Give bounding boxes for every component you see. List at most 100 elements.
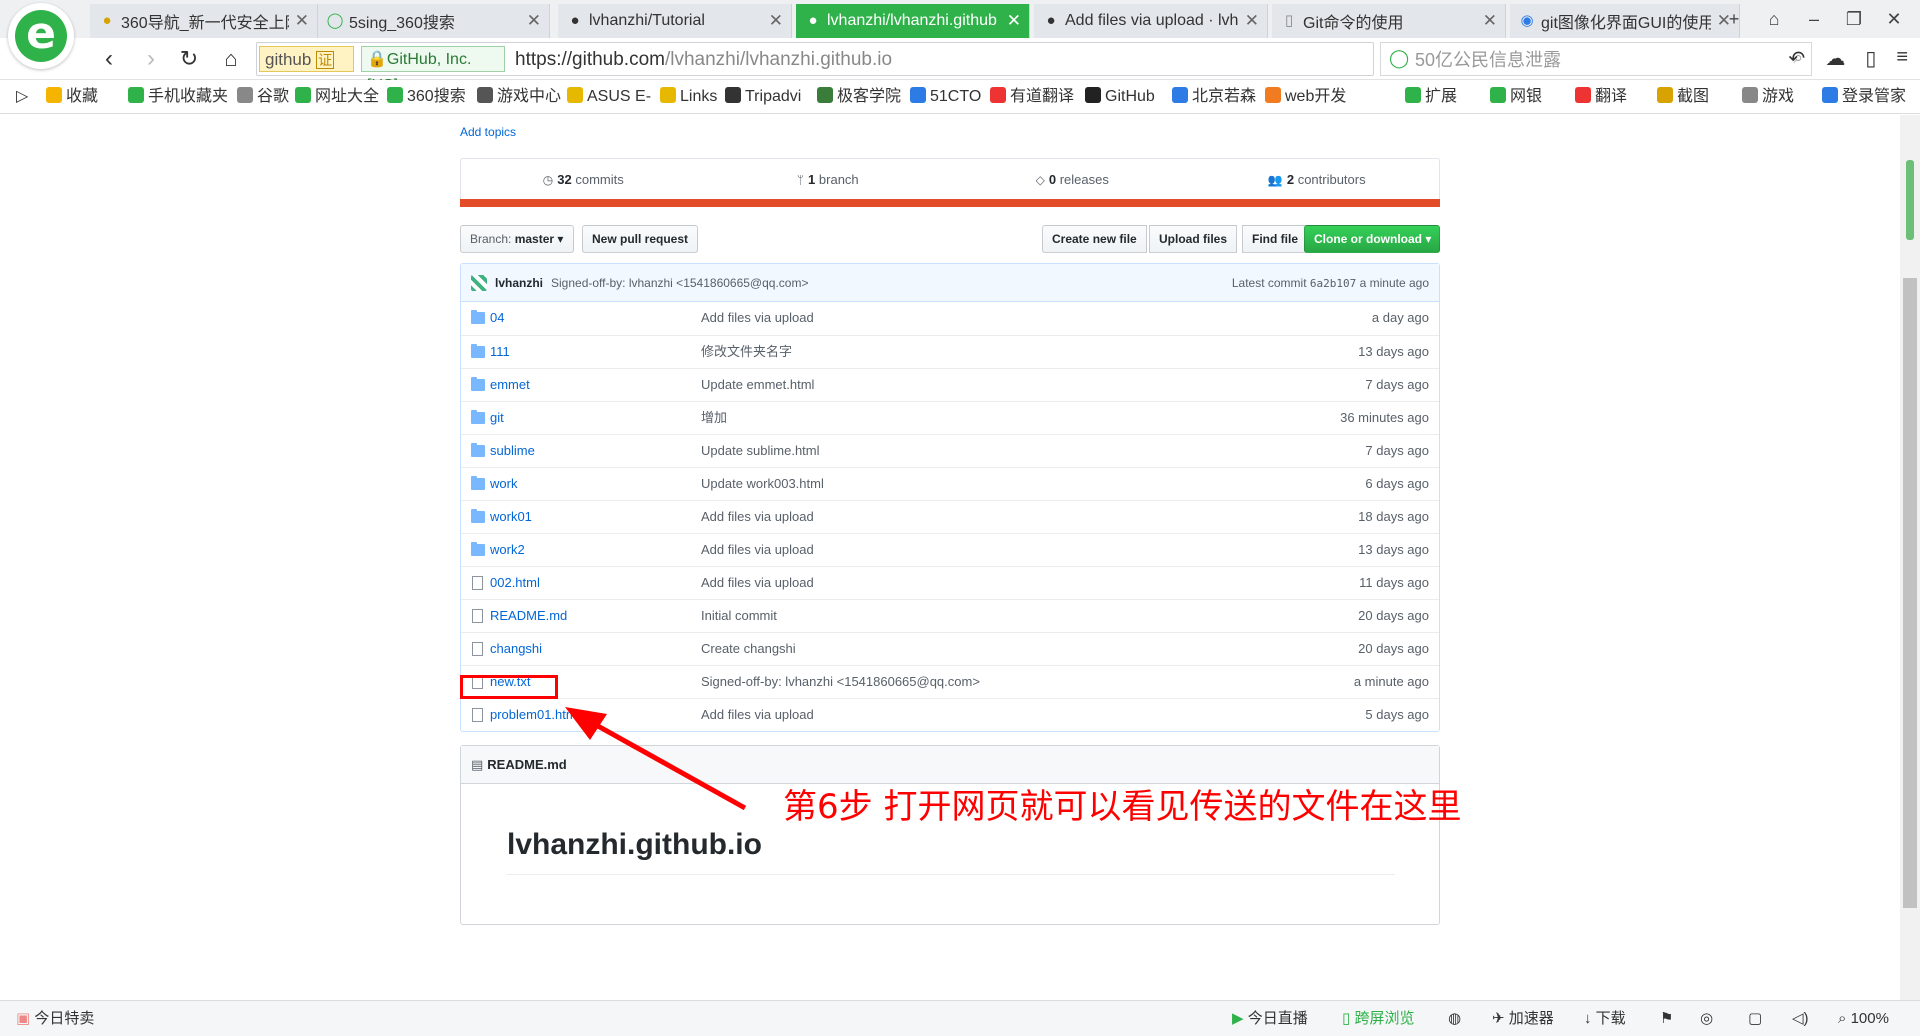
tab-5sing-search[interactable]: ◯ 5sing_360搜索 ✕ (318, 4, 550, 38)
bookmark-item[interactable]: 360搜索 (387, 80, 466, 113)
close-icon[interactable]: ✕ (527, 11, 541, 31)
download-link[interactable]: ↓ 下载 (1584, 1001, 1626, 1036)
deal-link[interactable]: ▣ 今日特卖 (16, 1001, 94, 1036)
bookmarks-toggle-icon[interactable]: ▷ (16, 80, 28, 113)
commit-message-link[interactable]: 增加 (701, 402, 727, 434)
reload-icon[interactable]: ↻ (172, 44, 206, 74)
tab-add-files[interactable]: ● Add files via upload · lvh ✕ (1034, 4, 1268, 38)
cloud-icon[interactable]: ☁ (1825, 46, 1845, 71)
tab-git-gui[interactable]: ◉ git图像化界面GUI的使用 ✕ (1510, 4, 1740, 38)
commit-message-link[interactable]: 修改文件夹名字 (701, 336, 792, 368)
bookmark-item[interactable]: 登录管家 (1822, 80, 1906, 113)
skin-icon[interactable]: ⌂ (1756, 4, 1792, 34)
bookmark-item[interactable]: 截图 (1657, 80, 1709, 113)
bookmark-item[interactable]: Tripadvi (725, 80, 801, 113)
create-new-file-button[interactable]: Create new file (1042, 225, 1147, 253)
bookmark-item[interactable]: GitHub (1085, 80, 1155, 113)
commit-message-link[interactable]: Update work003.html (701, 468, 824, 500)
commit-message[interactable]: Signed-off-by: lvhanzhi <1541860665@qq.c… (551, 264, 808, 302)
page-scrollbar[interactable] (1900, 115, 1920, 1000)
tab-tutorial[interactable]: ● lvhanzhi/Tutorial ✕ (558, 4, 792, 38)
commit-message-link[interactable]: Add files via upload (701, 567, 814, 599)
file-name-link[interactable]: work2 (490, 534, 525, 566)
cross-screen-link[interactable]: ▯ 跨屏浏览 (1342, 1001, 1414, 1036)
bookmark-item[interactable]: 游戏中心 (477, 80, 561, 113)
bookmark-item[interactable]: 51CTO (910, 80, 981, 113)
bookmark-item[interactable]: 网银 (1490, 80, 1542, 113)
tab-git-commands[interactable]: ▯ Git命令的使用 ✕ (1272, 4, 1506, 38)
bookmark-item[interactable]: 北京若森 (1172, 80, 1256, 113)
flag-icon[interactable]: ⚑ (1660, 1001, 1673, 1036)
file-name-link[interactable]: 04 (490, 302, 504, 334)
bookmark-item[interactable]: 手机收藏夹 (128, 80, 228, 113)
commit-message-link[interactable]: Add files via upload (701, 534, 814, 566)
forward-icon[interactable]: › (134, 44, 168, 74)
bookmark-item[interactable]: 扩展 (1405, 80, 1457, 113)
commit-message-link[interactable]: Add files via upload (701, 501, 814, 533)
bookmark-item[interactable]: Links (660, 80, 717, 113)
new-tab-icon[interactable]: + (1716, 4, 1752, 34)
commit-message-link[interactable]: Add files via upload (701, 302, 814, 334)
file-name-link[interactable]: work (490, 468, 517, 500)
close-icon[interactable]: ✕ (1007, 11, 1021, 31)
volume-icon[interactable]: ◁) (1792, 1001, 1809, 1036)
commit-message-link[interactable]: Create changshi (701, 633, 796, 665)
tab-lvhanzhi-github-io[interactable]: ● lvhanzhi/lvhanzhi.github ✕ (796, 4, 1030, 38)
new-pull-request-button[interactable]: New pull request (582, 225, 699, 253)
window-icon[interactable]: ▢ (1748, 1001, 1762, 1036)
undo-icon[interactable]: ↶ (1789, 46, 1806, 71)
phone-icon[interactable]: ▯ (1865, 46, 1876, 71)
zoom-level[interactable]: ⌕ 100% (1838, 1001, 1889, 1036)
bookmark-item[interactable]: 翻译 (1575, 80, 1627, 113)
file-name-link[interactable]: emmet (490, 369, 530, 401)
bookmark-item[interactable]: 极客学院 (817, 80, 901, 113)
minimize-icon[interactable]: – (1796, 4, 1832, 34)
bookmark-item[interactable]: 有道翻译 (990, 80, 1074, 113)
close-icon[interactable]: ✕ (295, 11, 309, 31)
find-file-button[interactable]: Find file (1242, 225, 1308, 253)
search-engine-chip[interactable]: github 证 (259, 46, 354, 72)
file-name-link[interactable]: 111 (490, 336, 510, 368)
commit-sha[interactable]: 6a2b107 (1310, 277, 1356, 290)
ie-icon[interactable]: ◎ (1700, 1001, 1713, 1036)
commit-author[interactable]: lvhanzhi (495, 264, 543, 302)
scrollbar-thumb[interactable] (1903, 278, 1917, 908)
commit-message-link[interactable]: Update emmet.html (701, 369, 814, 401)
add-topics-link[interactable]: Add topics (460, 125, 516, 139)
browser-logo[interactable]: e (8, 3, 74, 69)
back-icon[interactable]: ‹ (92, 44, 126, 74)
commit-message-link[interactable]: Add files via upload (701, 699, 814, 731)
file-name-link[interactable]: changshi (490, 633, 542, 665)
close-icon[interactable]: ✕ (1483, 11, 1497, 31)
clone-or-download-button[interactable]: Clone or download ▾ (1304, 225, 1440, 253)
commit-message-link[interactable]: Signed-off-by: lvhanzhi <1541860665@qq.c… (701, 666, 980, 698)
close-icon[interactable]: ✕ (1245, 11, 1259, 31)
live-link[interactable]: ▶ 今日直播 (1232, 1001, 1308, 1036)
bookmark-item[interactable]: web开发 (1265, 80, 1346, 113)
file-name-link[interactable]: work01 (490, 501, 532, 533)
file-name-link[interactable]: problem01.html (490, 699, 580, 731)
file-name-link[interactable]: 002.html (490, 567, 540, 599)
commit-message-link[interactable]: Initial commit (701, 600, 777, 632)
upload-files-button[interactable]: Upload files (1149, 225, 1238, 253)
bookmark-item[interactable]: 收藏 (46, 80, 98, 113)
home-icon[interactable]: ⌂ (214, 44, 248, 74)
file-name-link[interactable]: README.md (490, 600, 567, 632)
bookmark-item[interactable]: 游戏 (1742, 80, 1794, 113)
bookmark-item[interactable]: 网址大全 (295, 80, 379, 113)
commit-message-link[interactable]: Update sublime.html (701, 435, 820, 467)
close-window-icon[interactable]: ✕ (1876, 4, 1912, 34)
restore-icon[interactable]: ❐ (1836, 4, 1872, 34)
certificate-chip[interactable]: 🔒GitHub, Inc. [US] (361, 46, 505, 94)
url-text[interactable]: https://github.com/lvhanzhi/lvhanzhi.git… (515, 43, 892, 77)
hot-search-input[interactable]: ◯ 50亿公民信息泄露 ⌕ (1380, 42, 1812, 76)
accelerator-link[interactable]: ✈ 加速器 (1492, 1001, 1554, 1036)
shield-icon[interactable]: ◍ (1448, 1001, 1461, 1036)
close-icon[interactable]: ✕ (769, 11, 783, 31)
bookmark-item[interactable]: ASUS E- (567, 80, 651, 113)
tab-360-nav[interactable]: ● 360导航_新一代安全上网 ✕ (90, 4, 318, 38)
url-box[interactable]: github 证 🔒GitHub, Inc. [US] https://gith… (256, 42, 1374, 94)
file-name-link[interactable]: sublime (490, 435, 535, 467)
avatar[interactable] (471, 275, 487, 291)
bookmark-item[interactable]: 谷歌 (237, 80, 289, 113)
